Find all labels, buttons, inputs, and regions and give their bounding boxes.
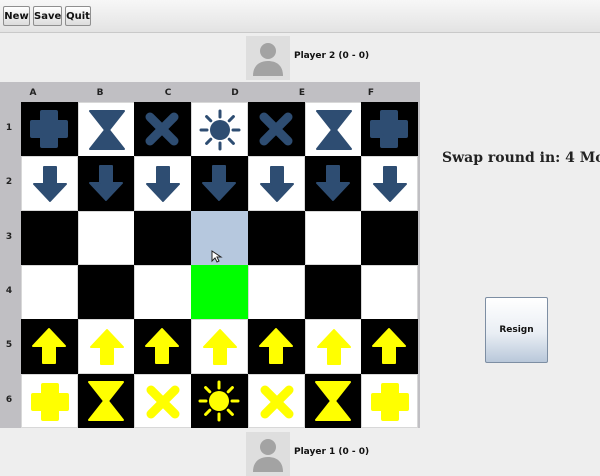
board-square[interactable] [304,264,362,320]
arrow-down-icon [202,165,237,202]
sun-icon [199,109,241,151]
board-square[interactable] [21,102,79,157]
hourglass-icon [314,380,351,421]
arrow-up-icon [316,329,351,366]
cross-icon [146,385,180,418]
arrow-up-icon [32,328,66,365]
sun-icon [198,380,240,421]
board-square[interactable] [361,319,419,374]
board-square[interactable] [134,156,192,212]
board-square[interactable] [77,264,135,320]
hourglass-icon [87,380,124,421]
player-bottom-name: Player 1 (0 - 0) [294,447,370,457]
column-label: B [96,88,104,98]
column-label: D [231,88,239,98]
avatar-icon [246,432,290,476]
resign-button[interactable]: Resign [485,297,548,363]
board-square[interactable] [247,264,305,320]
board-square[interactable] [191,102,249,157]
board-square[interactable] [21,264,79,320]
board-square[interactable] [77,102,135,157]
quit-button[interactable]: Quit [65,6,91,26]
arrow-down-icon [146,166,181,203]
plus-icon [370,110,409,148]
board-square[interactable] [361,373,419,429]
board-square[interactable] [304,102,362,157]
board-square[interactable] [191,319,249,374]
row-label: 6 [5,394,13,405]
column-label: E [298,88,306,98]
player-top-name: Player 2 (0 - 0) [294,51,370,61]
board-square[interactable] [247,102,305,157]
arrow-up-icon [372,328,407,365]
avatar-icon [246,36,290,80]
column-label: F [367,88,375,98]
board-square[interactable] [134,210,192,266]
arrow-up-icon [203,329,238,366]
board-square[interactable] [304,156,362,212]
row-label: 2 [5,177,13,188]
swap-round-status: Swap round in: 4 Moves [442,150,600,166]
arrow-up-icon [145,328,180,365]
arrow-down-icon [315,165,350,202]
board-square[interactable] [77,319,135,374]
board-square[interactable] [191,156,249,212]
board-square[interactable] [21,319,79,374]
hourglass-icon [315,110,352,150]
column-label: A [29,88,37,98]
cross-icon [259,112,293,146]
save-button[interactable]: Save [33,6,62,26]
board-square[interactable] [304,373,362,429]
player-bottom-panel: Player 1 (0 - 0) [246,432,426,476]
player-top-panel: Player 2 (0 - 0) [246,36,426,80]
hourglass-icon [88,110,125,150]
cross-icon [260,385,294,418]
board-square[interactable] [21,373,79,429]
cross-icon [145,112,179,146]
board-square[interactable] [361,102,419,157]
board-square[interactable] [247,319,305,374]
board-square[interactable] [361,156,419,212]
board-square[interactable] [134,319,192,374]
mouse-cursor-icon [211,250,223,263]
plus-icon [30,110,68,148]
arrow-down-icon [373,166,408,203]
arrow-down-icon [259,166,294,203]
row-label: 4 [5,286,13,297]
arrow-down-icon [88,165,123,202]
board-square[interactable] [191,373,249,429]
board-square[interactable] [134,102,192,157]
board-square[interactable] [77,373,135,429]
board-square[interactable] [361,210,419,266]
board-square[interactable] [304,319,362,374]
board-square[interactable] [134,373,192,429]
arrow-down-icon [33,166,67,203]
toolbar: New Save Quit [0,0,600,33]
board-square[interactable] [247,373,305,429]
plus-icon [31,382,69,421]
board-square-move-target[interactable] [191,264,249,320]
board-square[interactable] [304,210,362,266]
board-square[interactable] [21,156,79,212]
column-label: C [164,88,172,98]
board-square[interactable] [134,264,192,320]
row-label: 3 [5,231,13,242]
new-button[interactable]: New [3,6,30,26]
arrow-up-icon [258,328,293,365]
board-square[interactable] [247,210,305,266]
arrow-up-icon [89,329,124,366]
board-square[interactable] [21,210,79,266]
board-square[interactable] [247,156,305,212]
board-square[interactable] [361,264,419,320]
row-label: 5 [5,340,13,351]
plus-icon [371,382,410,421]
game-board [21,102,419,429]
board-square[interactable] [77,210,135,266]
row-label: 1 [5,123,13,134]
board-square[interactable] [77,156,135,212]
